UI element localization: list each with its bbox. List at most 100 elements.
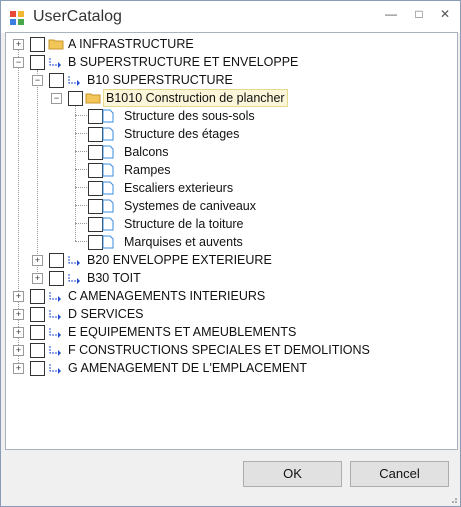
tree-item-b10[interactable]: − B10 SUPERSTRUCTURE [6,71,446,89]
tree-connector [75,187,87,188]
tree-item-label: Marquises et auvents [124,235,243,249]
link-icon [49,364,61,374]
tree-item-leaf[interactable]: Balcons [6,143,446,161]
tree-connector [75,241,87,242]
tree-item-label: G AMENAGEMENT DE L'EMPLACEMENT [68,361,308,375]
tree-item-label: Balcons [124,145,169,159]
checkbox[interactable] [30,325,45,340]
expand-icon[interactable]: + [13,345,24,356]
tree-item-label: Structure de la toiture [124,217,244,231]
expand-icon[interactable]: + [32,273,43,284]
tree-item-leaf[interactable]: Escaliers exterieurs [6,179,446,197]
collapse-icon[interactable]: − [51,93,62,104]
tree-item-label: Rampes [124,163,171,177]
document-icon [102,217,114,231]
expand-icon[interactable]: + [13,363,24,374]
checkbox[interactable] [49,271,64,286]
tree-item-b30[interactable]: + B30 TOIT [6,269,446,287]
tree-item-leaf[interactable]: Marquises et auvents [6,233,446,251]
link-icon [49,58,61,68]
tree-item-label: D SERVICES [68,307,144,321]
close-icon[interactable]: ✕ [435,7,455,25]
tree-item-label: B30 TOIT [87,271,141,285]
checkbox[interactable] [88,181,103,196]
document-icon [102,145,114,159]
checkbox[interactable] [68,91,83,106]
checkbox[interactable] [30,361,45,376]
title-bar: UserCatalog — □ ✕ [1,1,460,33]
checkbox[interactable] [30,343,45,358]
tree-item-label: B1010 Construction de plancher [103,89,288,107]
document-icon [102,127,114,141]
checkbox[interactable] [49,73,64,88]
expand-icon[interactable]: + [13,309,24,320]
tree-item-leaf[interactable]: Structure des sous-sols [6,107,446,125]
collapse-icon[interactable]: − [13,57,24,68]
expand-icon[interactable]: + [13,327,24,338]
checkbox[interactable] [88,163,103,178]
resize-grip-icon[interactable] [448,494,458,504]
document-icon [102,199,114,213]
expand-icon[interactable]: + [13,291,24,302]
catalog-tree[interactable]: + A INFRASTRUCTURE − B SUPERSTRUCTURE ET… [5,32,458,450]
tree-item-a[interactable]: + A INFRASTRUCTURE [6,35,446,53]
tree-item-label: E EQUIPEMENTS ET AMEUBLEMENTS [68,325,297,339]
checkbox[interactable] [88,127,103,142]
tree-item-leaf[interactable]: Structure de la toiture [6,215,446,233]
tree-connector [75,151,87,152]
checkbox[interactable] [88,235,103,250]
tree-item-e[interactable]: + E EQUIPEMENTS ET AMEUBLEMENTS [6,323,446,341]
checkbox[interactable] [30,55,45,70]
document-icon [102,181,114,195]
tree-connector [75,133,87,134]
tree-item-leaf[interactable]: Structure des étages [6,125,446,143]
tree-connector [75,169,87,170]
tree-item-label: B20 ENVELOPPE EXTERIEURE [87,253,272,267]
checkbox[interactable] [30,37,45,52]
tree-item-label: C AMENAGEMENTS INTERIEURS [68,289,266,303]
link-icon [68,274,80,284]
checkbox[interactable] [88,217,103,232]
tree-item-b20[interactable]: + B20 ENVELOPPE EXTERIEURE [6,251,446,269]
usercatalog-window: UserCatalog — □ ✕ + A INFRASTRUCTURE − B [0,0,461,507]
tree-item-g[interactable]: + G AMENAGEMENT DE L'EMPLACEMENT [6,359,446,377]
expand-icon[interactable]: + [32,255,43,266]
tree-item-c[interactable]: + C AMENAGEMENTS INTERIEURS [6,287,446,305]
tree-item-label: Escaliers exterieurs [124,181,234,195]
tree-item-leaf[interactable]: Systemes de caniveaux [6,197,446,215]
checkbox[interactable] [30,307,45,322]
checkbox[interactable] [88,199,103,214]
link-icon [68,76,80,86]
link-icon [68,256,80,266]
tree-item-label: Structure des sous-sols [124,109,255,123]
tree-item-b1010[interactable]: − B1010 Construction de plancher [6,89,446,107]
collapse-icon[interactable]: − [32,75,43,86]
tree-item-leaf[interactable]: Rampes [6,161,446,179]
link-icon [49,346,61,356]
cancel-button[interactable]: Cancel [350,461,449,487]
expand-icon[interactable]: + [13,39,24,50]
window-title: UserCatalog [33,8,122,25]
link-icon [49,328,61,338]
link-icon [49,310,61,320]
tree-item-label: F CONSTRUCTIONS SPECIALES ET DEMOLITIONS [68,343,370,357]
tree-connector [75,205,87,206]
tree-item-f[interactable]: + F CONSTRUCTIONS SPECIALES ET DEMOLITIO… [6,341,446,359]
tree-item-label: B SUPERSTRUCTURE ET ENVELOPPE [68,55,299,69]
maximize-icon[interactable]: □ [409,7,429,25]
link-icon [49,292,61,302]
checkbox[interactable] [88,109,103,124]
checkbox[interactable] [88,145,103,160]
tree-item-label: Structure des étages [124,127,240,141]
checkbox[interactable] [30,289,45,304]
tree-item-d[interactable]: + D SERVICES [6,305,446,323]
tree-connector [75,223,87,224]
minimize-icon[interactable]: — [381,7,401,25]
ok-button[interactable]: OK [243,461,342,487]
tree-item-b[interactable]: − B SUPERSTRUCTURE ET ENVELOPPE [6,53,446,71]
document-icon [102,163,114,177]
tree-item-label: B10 SUPERSTRUCTURE [87,73,233,87]
document-icon [102,109,114,123]
checkbox[interactable] [49,253,64,268]
tree-item-label: A INFRASTRUCTURE [68,37,194,51]
